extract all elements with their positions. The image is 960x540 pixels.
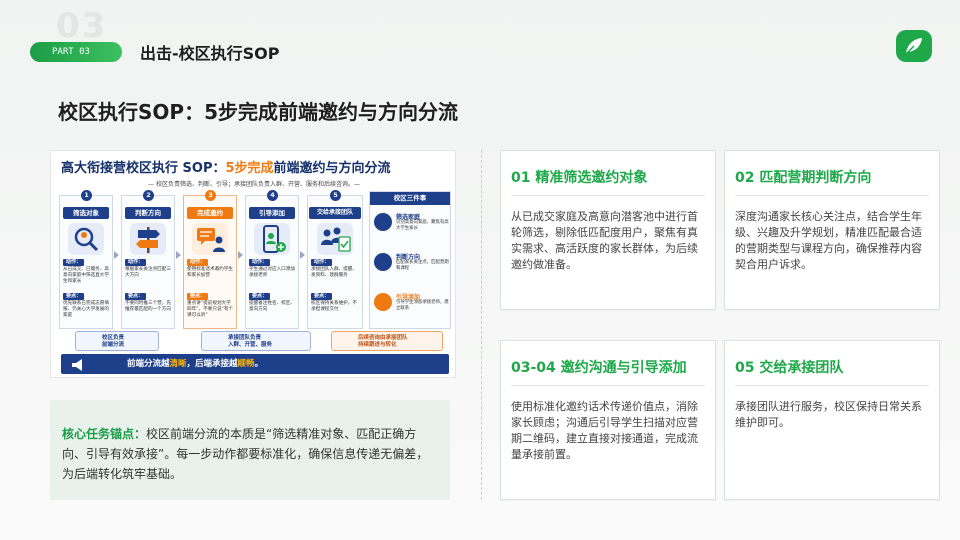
arrow-icon <box>176 251 181 259</box>
step-3-point: 重点讲“提前规划大学四年”，不要只说“有个课可以听” <box>187 301 234 318</box>
card-body: 使用标准化邀约话术传递价值点，消除家长顾虑；沟通后引导学生扫描对应营期二维码，建… <box>511 400 698 461</box>
card-divider <box>735 385 929 386</box>
step-3-number: 3 <box>205 190 216 201</box>
card-title: 05 交给承接团队 <box>735 360 844 376</box>
step-2-label: 判断方向 <box>125 207 171 219</box>
step-1-label: 筛选对象 <box>63 207 109 219</box>
step-3-point-tag: 要点： <box>187 293 209 300</box>
dashed-divider <box>481 150 482 500</box>
header-title: 出击-校区执行SOP <box>140 44 280 63</box>
leaf-logo-icon <box>896 30 932 62</box>
card-title: 03-04 邀约沟通与引导添加 <box>511 360 687 376</box>
step-1-number: 1 <box>81 190 92 201</box>
card-03-04: 03-04 邀约沟通与引导添加 使用标准化邀约话术传递价值点，消除家长顾虑；沟通… <box>500 340 716 500</box>
part-badge: PART 03 <box>30 42 122 62</box>
step-4-number: 4 <box>267 190 278 201</box>
step-2-action-tag: 动作： <box>125 259 147 266</box>
step-5-number: 5 <box>330 190 341 201</box>
side-box-header: 校区三件事 <box>370 192 450 205</box>
responsibility-row: 校区负责 前端分流 承接团队负责 入群、开营、服务 后续咨询由承接团队 持续跟进… <box>61 331 451 351</box>
step-4-label: 引导添加 <box>249 207 295 219</box>
card-divider <box>511 385 705 386</box>
step-1-action-tag: 动作： <box>63 259 85 266</box>
infographic-subtitle: — 校区负责筛选、判断、引导；承接团队负责入群、开营、服务和后续咨询。— <box>148 181 360 188</box>
arrow-icon <box>238 251 243 259</box>
step-1-point: 优先联系已完成志愿填报、仍关心大学发展的家庭 <box>63 301 109 318</box>
step-3-label: 完成邀约 <box>187 207 233 219</box>
step-5-label: 交给承接团队 <box>309 207 361 219</box>
step-2-action: 根据家长关注点匹配三大方向 <box>125 267 171 278</box>
step-4-action-tag: 动作： <box>249 259 271 266</box>
step-3-action: 使用标准话术邀约学生和家长加营 <box>187 267 233 278</box>
magnifier-people-icon <box>68 223 104 255</box>
card-02: 02 匹配营期判断方向 深度沟通家长核心关注点，结合学生年级、兴趣及升学规划，精… <box>724 150 940 310</box>
side-item-desc: 识别高意向家庭，聚焦有高大学生家长 <box>396 220 449 231</box>
step-1-action: 从已成交、已服务、高意向家庭中筛选直大学生和家长 <box>63 267 109 284</box>
family-icon <box>374 213 392 231</box>
step-4-point: 提醒备注姓名、校区、意向方向 <box>249 301 295 312</box>
slogan-banner: 前端分流越清晰，后端承接越顺畅。 <box>61 354 449 374</box>
step-4-point-tag: 要点： <box>249 293 271 300</box>
team-checklist-icon <box>317 223 353 255</box>
arrow-icon <box>300 251 305 259</box>
card-divider <box>511 195 705 196</box>
card-01: 01 精准筛选邀约对象 从已成交家庭及高意向潜客池中进行首轮筛选，剔除低匹配度用… <box>500 150 716 310</box>
side-item-desc: 匹配家长关注点，匹配营期和课程 <box>396 260 449 271</box>
step-5-point: 校区保持关系维护，不承担课程交付 <box>311 301 357 312</box>
phone-add-icon <box>254 223 290 255</box>
guide-icon <box>374 293 392 311</box>
card-body: 承接团队进行服务，校区保持日常关系维护即可。 <box>735 400 922 429</box>
step-5-point-tag: 要点： <box>311 293 333 300</box>
megaphone-icon <box>71 357 85 371</box>
signpost-icon <box>130 223 166 255</box>
step-5-action-tag: 动作： <box>311 259 333 266</box>
side-item-direction: 判断方向 匹配家长关注点，匹配营期和课程 <box>374 250 450 286</box>
card-title: 01 精准筛选邀约对象 <box>511 170 648 186</box>
step-2-number: 2 <box>143 190 154 201</box>
section-watermark: 03 <box>56 6 108 46</box>
card-title: 02 匹配营期判断方向 <box>735 170 872 186</box>
card-05: 05 交给承接团队 承接团队进行服务，校区保持日常关系维护即可。 <box>724 340 940 500</box>
step-2-point: 不要同时推三个营，先推荐最匹配的一个方向 <box>125 301 171 312</box>
campus-duty: 校区负责 前端分流 <box>75 331 159 351</box>
compass-icon <box>374 253 392 271</box>
sop-infographic: 高大衔接营校区执行 SOP：5步完成前端邀约与方向分流 — 校区负责筛选、判断、… <box>50 150 456 378</box>
step-1-point-tag: 要点： <box>63 293 85 300</box>
core-task-anchor: 核心任务锚点：校区前端分流的本质是“筛选精准对象、匹配正确方向、引导有效承接”。… <box>50 400 450 500</box>
side-item-desc: 引导学生添加承接老师，建立联系 <box>396 300 449 311</box>
infographic-title: 高大衔接营校区执行 SOP：5步完成前端邀约与方向分流 <box>61 161 391 176</box>
step-4-action: 学生通过对应入口添加承接老师 <box>249 267 295 278</box>
card-divider <box>735 195 929 196</box>
side-item-filter: 筛选家庭 识别高意向家庭，聚焦有高大学生家长 <box>374 210 450 246</box>
step-3-action-tag: 动作： <box>187 259 209 266</box>
chat-person-icon <box>192 223 228 255</box>
team-duty: 承接团队负责 入群、开营、服务 <box>201 331 311 351</box>
core-label: 核心任务锚点： <box>62 427 147 441</box>
page-title: 校区执行SOP：5步完成前端邀约与方向分流 <box>58 100 458 124</box>
side-item-guide: 引导添加 引导学生添加承接老师，建立联系 <box>374 290 450 326</box>
step-5-action: 承接团队入群、提醒、发资料、建群服务 <box>311 267 357 278</box>
card-body: 深度沟通家长核心关注点，结合学生年级、兴趣及升学规划，精准匹配最合适的营期类型与… <box>735 210 922 271</box>
step-2-point-tag: 要点： <box>125 293 147 300</box>
card-body: 从已成交家庭及高意向潜客池中进行首轮筛选，剔除低匹配度用户，聚焦有真实需求、高活… <box>511 210 698 271</box>
arrow-icon <box>114 251 119 259</box>
followup-duty: 后续咨询由承接团队 持续跟进与转化 <box>331 331 443 351</box>
campus-three-tasks: 校区三件事 筛选家庭 识别高意向家庭，聚焦有高大学生家长 判断方向 匹配家长关注… <box>369 191 451 329</box>
